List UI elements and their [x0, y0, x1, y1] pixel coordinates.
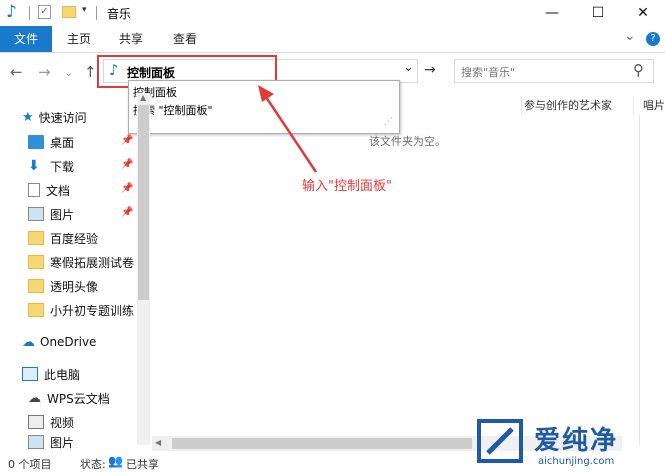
- address-dropdown-icon[interactable]: ⌄: [403, 60, 417, 84]
- forward-button[interactable]: →: [38, 63, 51, 81]
- minimize-button[interactable]: —: [530, 0, 574, 26]
- sidebar-item-label: 小升初专题训练: [50, 303, 135, 318]
- properties-icon[interactable]: ✓: [38, 5, 51, 19]
- computer-icon: [22, 367, 38, 381]
- sidebar-scroll-thumb[interactable]: [138, 105, 149, 300]
- sidebar-item-label: 百度经验: [50, 231, 99, 246]
- sidebar-item-folder[interactable]: 小升初专题训练: [28, 298, 134, 322]
- scroll-left-icon[interactable]: ◀: [155, 438, 161, 447]
- sidebar-item-onedrive[interactable]: ☁ OneDrive: [22, 330, 96, 354]
- desktop-icon: [28, 135, 44, 149]
- up-button[interactable]: ↑: [84, 63, 97, 81]
- sidebar-item-label: 下载: [50, 159, 75, 174]
- separator: [96, 6, 97, 20]
- expand-ribbon-icon[interactable]: ⌄: [624, 28, 636, 44]
- status-label: 状态:: [80, 458, 106, 471]
- recent-locations-button[interactable]: ⌄: [64, 66, 73, 79]
- column-header-artists[interactable]: 参与创作的艺术家: [524, 97, 612, 113]
- sidebar-item-label: 桌面: [50, 135, 75, 150]
- go-button[interactable]: →: [424, 62, 436, 78]
- quick-access-toolbar-dropdown-icon[interactable]: ▾: [82, 5, 87, 15]
- picture-icon: [28, 435, 44, 449]
- item-count: 0 个项目: [8, 458, 52, 471]
- folder-icon: [28, 279, 44, 293]
- cloud-outline-icon: ☁: [28, 390, 41, 406]
- cloud-icon: ☁: [22, 334, 35, 350]
- watermark: 爱纯净 aichunjing.com: [474, 418, 664, 473]
- watermark-brand: 爱纯净: [534, 426, 619, 456]
- sidebar-item-label: 快速访问: [38, 110, 87, 125]
- column-headers: 参与创作的艺术家 唱片: [152, 93, 665, 115]
- tab-home[interactable]: 主页: [58, 26, 100, 52]
- pin-icon[interactable]: 📌: [121, 207, 133, 218]
- shared-users-icon: 👥: [108, 454, 123, 468]
- sidebar-item-documents[interactable]: 文档: [28, 178, 70, 202]
- document-icon: [28, 183, 40, 197]
- sidebar-item-label: WPS云文档: [47, 391, 110, 406]
- sidebar-item-this-pc[interactable]: 此电脑: [22, 362, 80, 386]
- folder-icon: [28, 231, 44, 245]
- close-button[interactable]: ✕: [621, 0, 665, 26]
- pin-icon[interactable]: 📌: [121, 183, 133, 194]
- annotation-text: 输入"控制面板": [302, 179, 392, 194]
- watermark-logo-icon: [477, 419, 523, 463]
- sidebar-item-label: 图片: [50, 435, 75, 450]
- tab-share[interactable]: 共享: [110, 26, 152, 52]
- folder-icon: [28, 255, 44, 269]
- new-folder-icon[interactable]: [62, 6, 76, 18]
- search-icon[interactable]: ⚲: [633, 61, 644, 79]
- sidebar-item-folder[interactable]: 透明头像: [28, 274, 98, 298]
- empty-folder-message: 该文件夹为空。: [369, 135, 446, 148]
- column-header-album[interactable]: 唱片: [643, 97, 665, 113]
- search-box[interactable]: 搜索"音乐" ⚲: [454, 59, 654, 83]
- ribbon-tabs: 文件 主页 共享 查看 ⌄ ?: [0, 26, 665, 53]
- pin-icon[interactable]: 📌: [121, 159, 133, 170]
- sidebar-item-label: 此电脑: [44, 367, 81, 382]
- sidebar-item-pictures[interactable]: 图片: [28, 202, 74, 226]
- sidebar-item-label: 寒假拓展测试卷: [50, 255, 135, 270]
- music-note-icon: ♪: [6, 2, 17, 22]
- sidebar-item-label: 图片: [50, 207, 75, 222]
- sidebar-item-wps-cloud[interactable]: ☁ WPS云文档: [28, 386, 110, 410]
- window-title: 音乐: [107, 7, 132, 21]
- pin-icon[interactable]: 📌: [121, 135, 133, 146]
- sidebar-item-quick-access[interactable]: ★ 快速访问: [22, 105, 87, 129]
- title-bar: ♪ ✓ ▾ 音乐 — ☐ ✕: [0, 0, 665, 26]
- main-divider: [639, 115, 640, 445]
- sidebar-item-pictures[interactable]: 图片: [28, 433, 74, 451]
- video-icon: [28, 415, 44, 429]
- sidebar-item-folder[interactable]: 寒假拓展测试卷: [28, 250, 134, 274]
- separator: [29, 6, 30, 20]
- sidebar-item-videos[interactable]: 视频: [28, 410, 74, 434]
- scroll-up-icon[interactable]: ▲: [140, 93, 146, 102]
- maximize-button[interactable]: ☐: [576, 0, 620, 26]
- search-input[interactable]: 搜索"音乐": [461, 64, 515, 80]
- sidebar-item-label: 视频: [50, 415, 75, 430]
- sidebar-item-downloads[interactable]: ⬇ 下载: [28, 154, 74, 178]
- picture-icon: [28, 207, 44, 221]
- watermark-url: aichunjing.com: [538, 456, 615, 467]
- sidebar-item-label: 透明头像: [50, 279, 99, 294]
- tab-view[interactable]: 查看: [163, 26, 207, 52]
- folder-icon: [28, 303, 44, 317]
- sidebar-item-label: OneDrive: [40, 335, 97, 349]
- star-icon: ★: [22, 109, 34, 125]
- back-button[interactable]: ←: [10, 63, 23, 81]
- sidebar-item-folder[interactable]: 百度经验: [28, 226, 98, 250]
- resize-grip-icon: ⋰: [384, 117, 393, 127]
- download-arrow-icon: ⬇: [28, 158, 40, 174]
- column-divider: [633, 97, 634, 115]
- sidebar-item-desktop[interactable]: 桌面: [28, 130, 74, 154]
- tab-file[interactable]: 文件: [0, 26, 52, 52]
- column-divider: [521, 97, 522, 115]
- sidebar-item-label: 文档: [46, 183, 71, 198]
- help-button[interactable]: ?: [646, 32, 660, 46]
- horizontal-scroll-thumb[interactable]: [172, 438, 472, 449]
- shared-status: 已共享: [126, 458, 159, 471]
